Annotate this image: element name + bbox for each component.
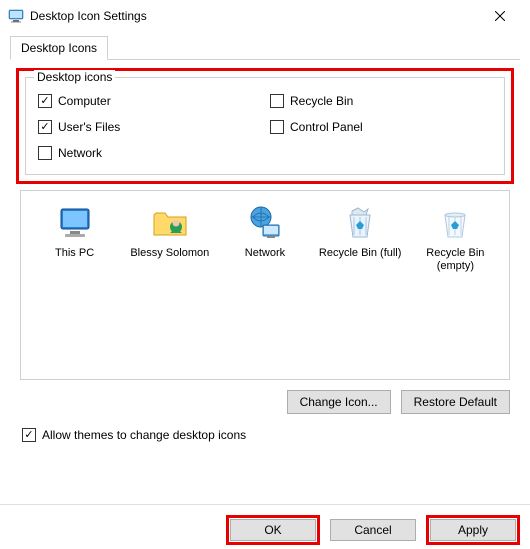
preview-user-folder[interactable]: Blessy Solomon [125, 203, 215, 260]
preview-recycle-empty[interactable]: Recycle Bin (empty) [410, 203, 500, 273]
ok-button[interactable]: OK [230, 519, 316, 541]
preview-this-pc[interactable]: This PC [30, 203, 120, 260]
checkbox-grid: Computer Recycle Bin User's Files Contro… [38, 94, 492, 160]
checkbox-label: Network [58, 146, 102, 160]
window-title: Desktop Icon Settings [30, 9, 147, 23]
checkbox-box[interactable] [38, 94, 52, 108]
checkbox-users-files[interactable]: User's Files [38, 120, 260, 134]
icon-label: Recycle Bin (full) [319, 247, 402, 260]
apply-button[interactable]: Apply [430, 519, 516, 541]
checkbox-box[interactable] [22, 428, 36, 442]
fieldset-desktop-icons: Desktop icons Computer Recycle Bin User'… [25, 77, 505, 175]
tab-desktop-icons[interactable]: Desktop Icons [10, 36, 108, 60]
icon-label: Blessy Solomon [130, 247, 209, 260]
checkbox-network[interactable]: Network [38, 146, 260, 160]
tab-row: Desktop Icons [10, 36, 520, 60]
network-icon [245, 203, 285, 243]
checkbox-label: User's Files [58, 120, 120, 134]
checkbox-label: Recycle Bin [290, 94, 353, 108]
change-icon-button[interactable]: Change Icon... [287, 390, 391, 414]
icon-preview-panel: This PC Blessy Solomon [20, 190, 510, 380]
recycle-full-icon [340, 203, 380, 243]
checkbox-control-panel[interactable]: Control Panel [270, 120, 492, 134]
icon-button-row: Change Icon... Restore Default [20, 390, 510, 414]
checkbox-label: Computer [58, 94, 111, 108]
allow-themes-label: Allow themes to change desktop icons [42, 428, 246, 442]
allow-themes-row[interactable]: Allow themes to change desktop icons [22, 428, 510, 442]
checkbox-box[interactable] [38, 120, 52, 134]
icon-label: Recycle Bin (empty) [410, 247, 500, 273]
icon-label: Network [245, 247, 285, 260]
checkbox-computer[interactable]: Computer [38, 94, 260, 108]
restore-default-button[interactable]: Restore Default [401, 390, 510, 414]
preview-recycle-full[interactable]: Recycle Bin (full) [315, 203, 405, 260]
close-button[interactable] [480, 2, 520, 30]
cancel-button[interactable]: Cancel [330, 519, 416, 541]
recycle-empty-icon [435, 203, 475, 243]
fieldset-legend: Desktop icons [34, 70, 115, 84]
this-pc-icon [55, 203, 95, 243]
tab-area: Desktop Icons Desktop icons Computer Rec… [0, 32, 530, 442]
user-folder-icon [150, 203, 190, 243]
icon-row: This PC Blessy Solomon [27, 203, 503, 273]
preview-network[interactable]: Network [220, 203, 310, 260]
checkbox-box[interactable] [38, 146, 52, 160]
checkbox-box[interactable] [270, 120, 284, 134]
titlebar: Desktop Icon Settings [0, 0, 530, 32]
dialog-footer: OK Cancel Apply [230, 519, 516, 541]
checkbox-label: Control Panel [290, 120, 363, 134]
highlight-desktop-icons-group: Desktop icons Computer Recycle Bin User'… [16, 68, 514, 184]
footer-separator [0, 504, 530, 505]
checkbox-box[interactable] [270, 94, 284, 108]
titlebar-left: Desktop Icon Settings [8, 8, 147, 24]
tab-content: Desktop icons Computer Recycle Bin User'… [10, 60, 520, 442]
app-icon [8, 8, 24, 24]
icon-label: This PC [55, 247, 94, 260]
checkbox-recycle-bin[interactable]: Recycle Bin [270, 94, 492, 108]
